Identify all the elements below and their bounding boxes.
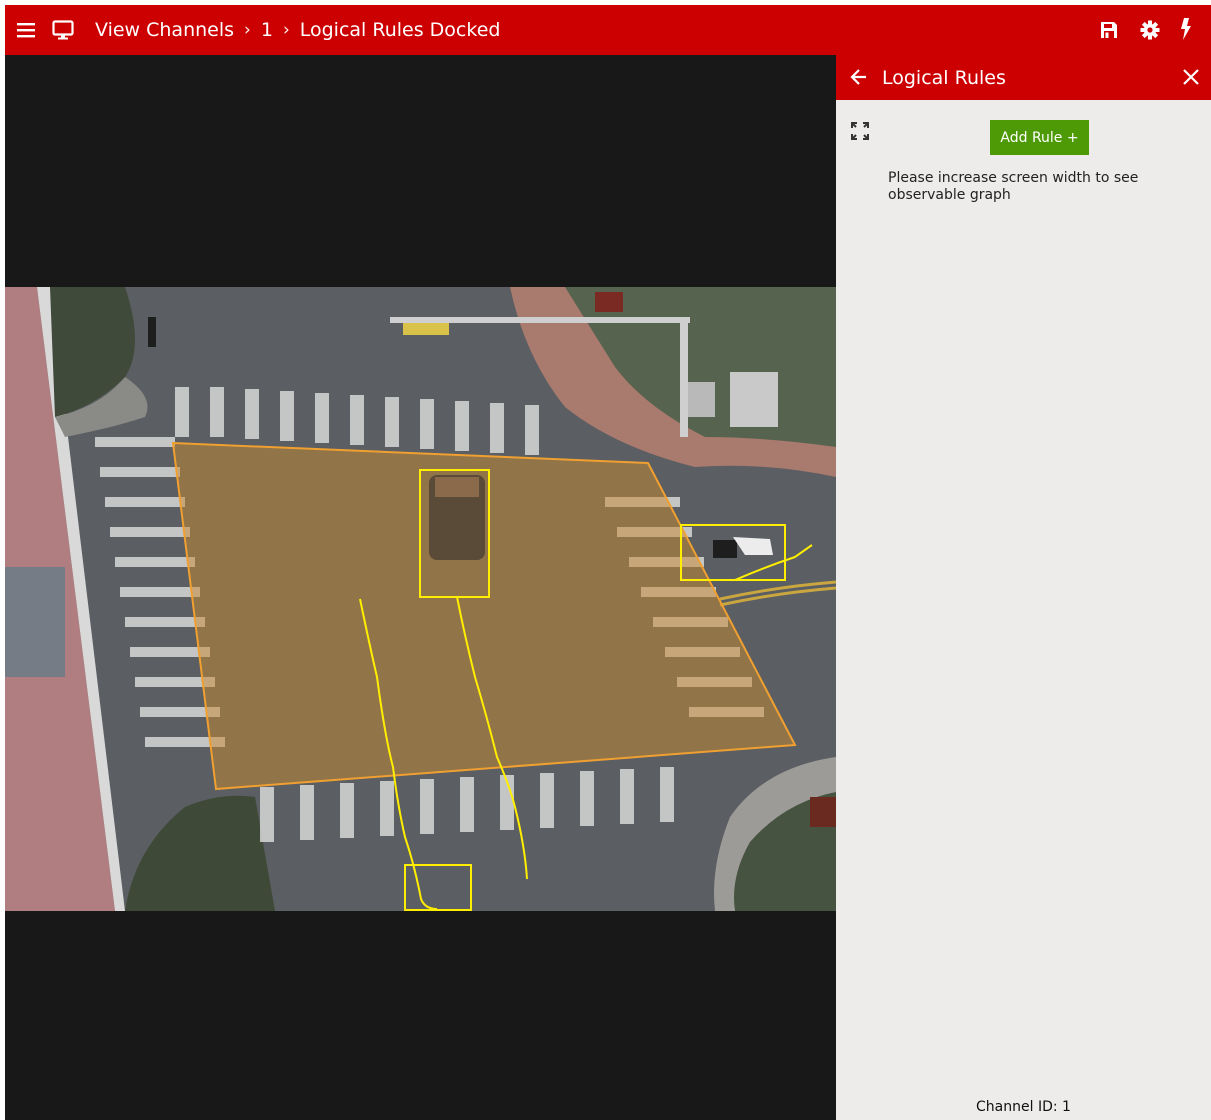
- breadcrumb-separator: ›: [244, 20, 251, 40]
- monitor-icon: [51, 18, 75, 42]
- app-frame: View Channels › 1 › Logical Rules Docked: [5, 5, 1211, 1120]
- panel-header: Logical Rules: [836, 55, 1211, 100]
- save-icon[interactable]: [1099, 20, 1119, 40]
- camera-scene: [5, 287, 836, 911]
- expand-icon[interactable]: [849, 120, 871, 142]
- close-icon[interactable]: [1182, 68, 1200, 86]
- breadcrumb-channel[interactable]: 1: [261, 18, 273, 42]
- breadcrumb: View Channels › 1 › Logical Rules Docked: [95, 18, 500, 42]
- gear-icon[interactable]: [1139, 19, 1161, 41]
- video-viewport: [5, 55, 836, 1120]
- top-bar: View Channels › 1 › Logical Rules Docked: [5, 5, 1211, 55]
- panel-title: Logical Rules: [882, 67, 1006, 89]
- screen-width-message: Please increase screen width to see obse…: [888, 170, 1139, 203]
- add-rule-button[interactable]: Add Rule +: [990, 120, 1089, 155]
- breadcrumb-current-page: Logical Rules Docked: [299, 19, 501, 41]
- camera-feed[interactable]: [5, 287, 836, 911]
- bolt-icon[interactable]: [1179, 17, 1193, 41]
- logical-rules-panel: Logical Rules Add Rule + Please increase…: [836, 55, 1211, 1120]
- channel-id-label: Channel ID: 1: [976, 1099, 1071, 1115]
- hamburger-menu-icon[interactable]: [15, 20, 37, 40]
- breadcrumb-separator: ›: [282, 20, 290, 40]
- back-arrow-icon[interactable]: [850, 67, 868, 87]
- breadcrumb-view-channels[interactable]: View Channels: [95, 18, 234, 42]
